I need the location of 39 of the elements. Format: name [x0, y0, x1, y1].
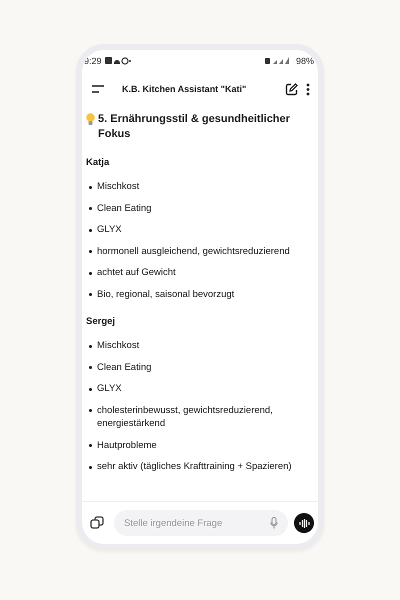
- list-item: Bio, regional, saisonal bevorzugt: [97, 288, 234, 301]
- bullet-icon: [89, 388, 92, 390]
- list-item: Mischkost: [97, 180, 140, 194]
- battery-level: 98%: [296, 56, 314, 66]
- list-item: Mischkost: [97, 339, 140, 352]
- list-item: achtet auf Gewicht: [97, 266, 176, 280]
- person-name: Sergej: [86, 316, 116, 327]
- status-icons: [104, 57, 131, 65]
- list-item: cholesterinbewusst, gewichtsreduzierend, energiestärkend: [97, 404, 274, 430]
- bullet-icon: [89, 366, 92, 369]
- microphone-icon[interactable]: [270, 517, 278, 529]
- list-item: GLYX: [97, 382, 122, 396]
- list-item: GLYX: [97, 223, 122, 236]
- message-input[interactable]: Stelle irgendeine Frage: [114, 510, 288, 536]
- edit-icon[interactable]: [285, 82, 298, 96]
- lightbulb-icon: [86, 113, 95, 126]
- more-icon[interactable]: [306, 82, 310, 96]
- list-item: Clean Eating: [97, 202, 152, 215]
- bullet-icon: [89, 272, 92, 274]
- list-item: Clean Eating: [97, 360, 152, 374]
- attach-icon[interactable]: [90, 516, 104, 530]
- waveform-icon: [298, 518, 310, 528]
- bullet-icon: [89, 207, 92, 210]
- person-name: Katja: [86, 157, 110, 168]
- section-heading: 5. Ernährungsstil & gesundheitlicher Fokus: [98, 112, 291, 142]
- bullet-icon: [89, 409, 92, 412]
- bullet-icon: [89, 186, 92, 188]
- voice-button[interactable]: [294, 513, 314, 533]
- list-item: sehr aktiv (tägliches Krafttraining + Spazieren): [97, 460, 292, 474]
- menu-icon[interactable]: [92, 85, 104, 93]
- chat-title: K.B. Kitchen Assistant "Kati": [121, 84, 248, 94]
- bullet-icon: [89, 444, 92, 447]
- bullet-icon: [89, 250, 92, 253]
- list-item: Hautprobleme: [97, 438, 157, 452]
- bullet-icon: [89, 466, 92, 468]
- bullet-icon: [89, 293, 92, 296]
- bullet-icon: [89, 344, 92, 348]
- bullet-icon: [89, 228, 92, 232]
- list-item: hormonell ausgleichend, gewichtsreduzierend: [97, 244, 290, 258]
